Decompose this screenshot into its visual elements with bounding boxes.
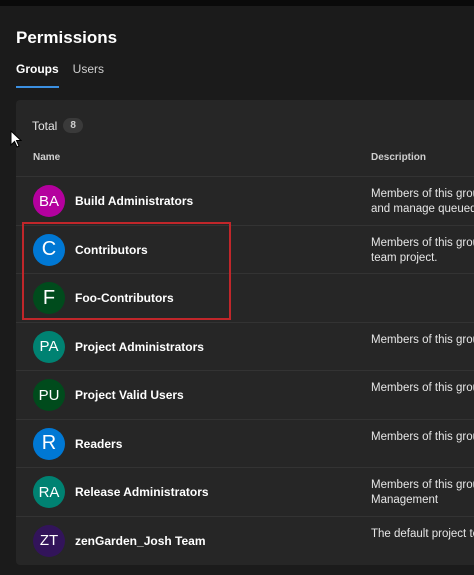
- total-count-badge: 8: [63, 118, 83, 133]
- table-row[interactable]: BA Build Administrators Members of this …: [16, 176, 474, 225]
- top-bar: [0, 0, 474, 6]
- avatar: ZT: [33, 524, 65, 557]
- group-name[interactable]: Contributors: [75, 243, 148, 257]
- group-description: Members of this grou: [371, 430, 474, 443]
- group-name[interactable]: Foo-Contributors: [75, 291, 174, 305]
- group-name[interactable]: Project Valid Users: [75, 388, 184, 402]
- group-name[interactable]: Release Administrators: [75, 485, 209, 499]
- group-description: Members of this grou team project.: [371, 236, 474, 264]
- group-name[interactable]: Build Administrators: [75, 194, 193, 208]
- table-row[interactable]: RA Release Administrators Members of thi…: [16, 467, 474, 516]
- total-summary: Total 8: [32, 118, 83, 133]
- avatar: PU: [33, 379, 65, 411]
- avatar: PA: [33, 330, 65, 363]
- table-row[interactable]: R Readers Members of this grou: [16, 418, 474, 468]
- groups-panel: Total 8 Name Description BA Build Admini…: [16, 100, 474, 565]
- avatar: F: [33, 282, 65, 314]
- avatar: RA: [33, 476, 65, 508]
- table-row[interactable]: F Foo-Contributors: [16, 273, 474, 322]
- tab-bar: Groups Users: [16, 62, 104, 88]
- table-row[interactable]: ZT zenGarden_Josh Team The default proje…: [16, 515, 474, 565]
- avatar: R: [33, 427, 65, 460]
- group-description: Members of this grou and manage queued: [371, 188, 474, 215]
- page-title: Permissions: [16, 28, 118, 47]
- tab-groups[interactable]: Groups: [16, 62, 59, 88]
- table-row[interactable]: PA Project Administrators Members of thi…: [16, 321, 474, 371]
- table-row[interactable]: PU Project Valid Users Members of this g…: [16, 370, 474, 419]
- mouse-cursor-icon: [10, 130, 22, 148]
- groups-table: BA Build Administrators Members of this …: [16, 176, 474, 564]
- group-name[interactable]: zenGarden_Josh Team: [75, 534, 206, 548]
- group-name[interactable]: Readers: [75, 437, 122, 451]
- table-row[interactable]: C Contributors Members of this grou team…: [16, 224, 474, 274]
- group-description: Members of this grou Management: [371, 479, 474, 506]
- column-header-name[interactable]: Name: [33, 152, 60, 163]
- avatar: C: [33, 233, 65, 266]
- group-name[interactable]: Project Administrators: [75, 340, 204, 354]
- group-description: Members of this grou: [371, 333, 474, 346]
- avatar: BA: [33, 185, 65, 217]
- total-label: Total: [32, 118, 58, 133]
- group-description: Members of this grou: [371, 382, 474, 394]
- column-header-description[interactable]: Description: [371, 152, 426, 163]
- tab-users[interactable]: Users: [73, 62, 104, 88]
- group-description: The default project te: [371, 527, 474, 540]
